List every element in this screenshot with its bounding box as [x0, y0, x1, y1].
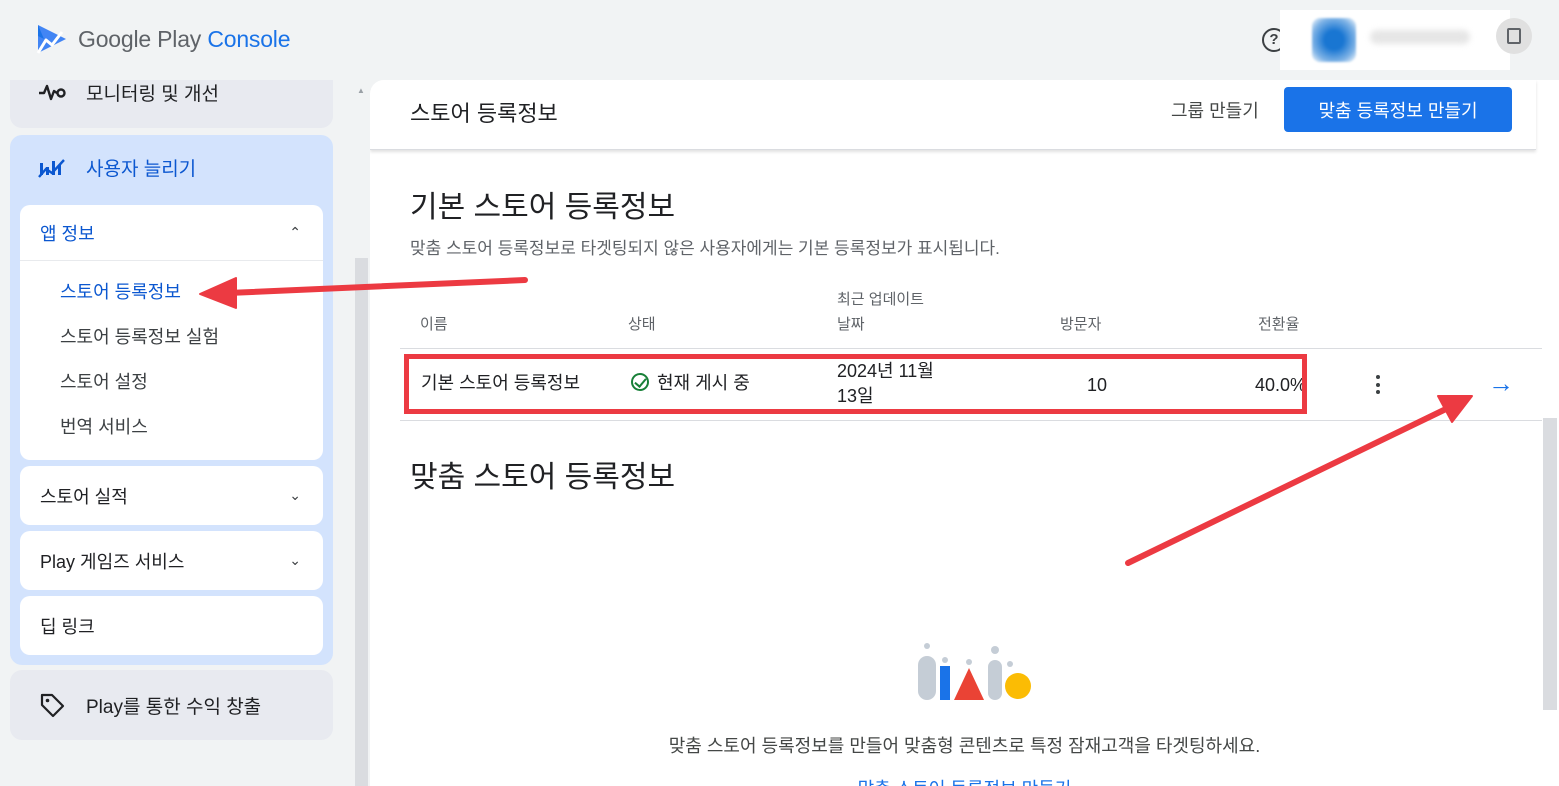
default-listing-description: 맞춤 스토어 등록정보로 타겟팅되지 않은 사용자에게는 기본 등록정보가 표시…	[410, 239, 1000, 258]
logo-text: Google Play Console	[78, 25, 291, 52]
main-scrollbar[interactable]	[1543, 418, 1557, 710]
sidebar-group-play-games[interactable]: Play 게임즈 서비스 ⌄	[20, 531, 323, 590]
play-console-logo[interactable]: Google Play Console	[36, 22, 291, 56]
table-divider	[400, 348, 1542, 349]
sidebar-item-deep-links[interactable]: 딥 링크	[20, 596, 323, 655]
more-options-icon[interactable]	[1374, 375, 1382, 397]
create-custom-listing-link[interactable]: 맞춤 스토어 등록정보 만들기	[370, 775, 1559, 786]
tag-icon	[36, 693, 68, 718]
sidebar-scroll-up-icon[interactable]: ▲	[357, 86, 365, 95]
create-group-button[interactable]: 그룹 만들기	[1171, 97, 1259, 123]
annotation-highlight-box	[404, 354, 1307, 414]
sidebar-item-store-listing-experiments[interactable]: 스토어 등록정보 실험	[20, 313, 323, 358]
sidebar-item-label: 사용자 늘리기	[86, 158, 197, 180]
chevron-up-icon: ⌃	[289, 224, 301, 240]
deep-links-label: 딥 링크	[40, 616, 95, 637]
sidebar-item-monitoring[interactable]: 모니터링 및 개선	[10, 80, 333, 128]
page-header: 스토어 등록정보 그룹 만들기 맞춤 등록정보 만들기	[370, 80, 1536, 150]
top-bar: Google Play Console ?	[0, 0, 1559, 80]
sidebar: 모니터링 및 개선 사용자 늘리기 앱 정보 ⌃ 스토어 등록정보 스토어 등록…	[0, 80, 345, 786]
column-header-visitors: 방문자	[1060, 316, 1102, 333]
store-performance-label: 스토어 실적	[40, 486, 128, 507]
sidebar-item-store-settings[interactable]: 스토어 설정	[20, 358, 323, 403]
arrow-forward-icon[interactable]: →	[1488, 368, 1514, 399]
sidebar-item-label: 모니터링 및 개선	[86, 83, 219, 105]
play-console-logo-icon	[36, 25, 66, 54]
sidebar-group-app-info: 앱 정보 ⌃ 스토어 등록정보 스토어 등록정보 실험 스토어 설정 번역 서비…	[20, 205, 323, 460]
page-title: 스토어 등록정보	[410, 101, 558, 126]
avatar[interactable]	[1312, 18, 1356, 62]
app-info-label: 앱 정보	[40, 223, 95, 244]
monitoring-icon	[36, 80, 68, 104]
account-name-redacted	[1370, 30, 1470, 44]
column-header-status: 상태	[628, 316, 656, 333]
grow-users-icon	[36, 155, 68, 179]
app-info-toggle[interactable]: 앱 정보 ⌃	[20, 205, 323, 261]
empty-state-text: 맞춤 스토어 등록정보를 만들어 맞춤형 콘텐츠로 특정 잠재고객을 타겟팅하세…	[668, 736, 1261, 756]
play-games-label: Play 게임즈 서비스	[40, 551, 185, 572]
empty-state-illustration	[918, 643, 1031, 700]
create-custom-listing-button[interactable]: 맞춤 등록정보 만들기	[1284, 87, 1512, 132]
default-listing-title: 기본 스토어 등록정보	[410, 191, 676, 224]
sidebar-item-monetize[interactable]: Play를 통한 수익 창출	[10, 670, 333, 740]
column-header-conversion: 전환율	[1258, 316, 1300, 333]
sidebar-item-grow[interactable]: 사용자 늘리기	[10, 135, 333, 199]
chevron-down-icon: ⌄	[289, 487, 301, 503]
custom-listing-title: 맞춤 스토어 등록정보	[410, 461, 676, 494]
column-header-updated: 최근 업데이트 날짜	[837, 291, 924, 333]
sidebar-group-store-performance[interactable]: 스토어 실적 ⌄	[20, 466, 323, 525]
table-divider	[400, 420, 1542, 421]
main-panel: 스토어 등록정보 그룹 만들기 맞춤 등록정보 만들기 기본 스토어 등록정보 …	[370, 80, 1559, 786]
sidebar-item-translation-service[interactable]: 번역 서비스	[20, 403, 323, 448]
column-header-name: 이름	[420, 316, 448, 333]
sidebar-scrollbar[interactable]	[355, 258, 368, 786]
sidebar-section-grow: 사용자 늘리기 앱 정보 ⌃ 스토어 등록정보 스토어 등록정보 실험 스토어 …	[10, 135, 333, 665]
apps-icon[interactable]	[1496, 18, 1532, 54]
sidebar-item-store-listing[interactable]: 스토어 등록정보	[20, 268, 323, 313]
sidebar-item-label: Play를 통한 수익 창출	[86, 696, 262, 718]
chevron-down-icon: ⌄	[289, 552, 301, 568]
